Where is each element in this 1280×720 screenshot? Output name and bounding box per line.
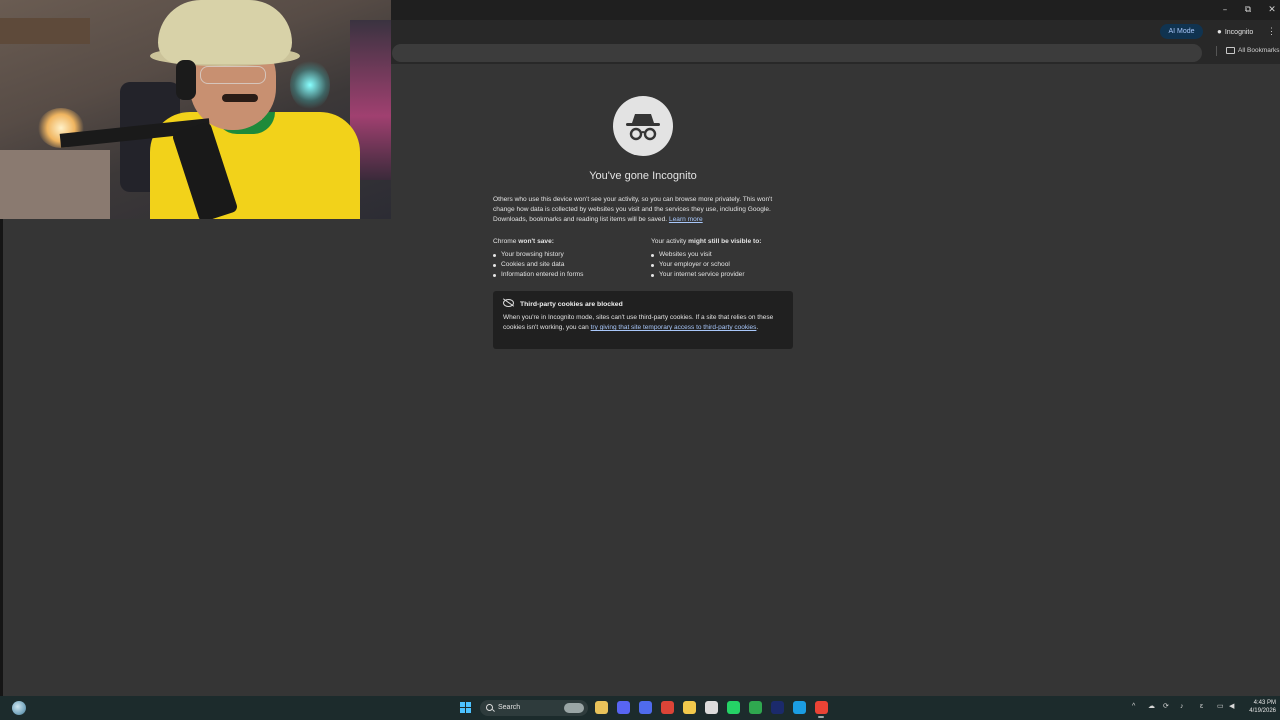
windows-logo-tile [466, 708, 471, 713]
start-button[interactable] [460, 702, 472, 714]
download-manager-icon[interactable] [749, 701, 762, 714]
webcam-person-mustache [222, 94, 258, 102]
all-bookmarks-button[interactable]: All Bookmarks [1226, 44, 1280, 58]
might-be-visible-heading: Your activity might still be visible to: [651, 237, 801, 247]
windows-logo-tile [460, 708, 465, 713]
volume-icon[interactable]: ◀ [1229, 700, 1234, 714]
incognito-icon: ● [1217, 27, 1222, 36]
incognito-label: Incognito [1224, 29, 1254, 36]
cookies-card-end: . [756, 324, 759, 331]
list-item: Cookies and site data [493, 260, 643, 270]
screen: – ⧉ ✕ AI Mode ● Incognito ⋮ All Bookmarks [0, 0, 1280, 720]
bookmarks-separator [1216, 46, 1217, 56]
microphone-icon[interactable]: ♪ [1180, 700, 1184, 714]
webcam-overlay [0, 0, 391, 219]
search-label: Search [498, 704, 521, 711]
webcam-cabinet [0, 150, 110, 219]
folder-icon [1226, 46, 1235, 54]
wont-save-list: Your browsing history Cookies and site d… [493, 250, 643, 280]
windows-logo-tile [466, 702, 471, 707]
window-edge [0, 219, 3, 696]
webcam-headphones [176, 60, 196, 100]
might-be-visible-column: Your activity might still be visible to:… [651, 237, 801, 280]
input-language-icon[interactable]: ε [1200, 700, 1203, 714]
ai-mode-label: AI Mode [1168, 28, 1195, 35]
wont-save-heading: Chrome won't save: [493, 237, 643, 247]
list-item: Information entered in forms [493, 270, 643, 280]
list-item: Your browsing history [493, 250, 643, 260]
webcam-hat [158, 0, 292, 64]
search-icon [486, 704, 493, 711]
discord-icon[interactable] [617, 701, 630, 714]
wont-save-heading-prefix: Chrome [493, 238, 519, 245]
address-bar[interactable] [392, 44, 1202, 62]
sync-icon[interactable]: ⟳ [1163, 700, 1169, 714]
taskbar-search-box[interactable]: Search [480, 700, 588, 716]
list-item: Your employer or school [651, 260, 801, 270]
learn-more-link[interactable]: Learn more [669, 216, 703, 223]
search-highlight-icon [564, 703, 584, 713]
visible-heading-prefix: Your activity [651, 238, 689, 245]
page-title: You've gone Incognito [589, 170, 697, 182]
incognito-profile-button[interactable]: ● Incognito [1213, 24, 1263, 39]
list-item: Websites you visit [651, 250, 801, 260]
restore-button[interactable]: ⧉ [1236, 3, 1260, 17]
webcam-rgb-light [290, 60, 330, 110]
close-window-button[interactable]: ✕ [1260, 3, 1280, 17]
tray-overflow-button[interactable]: ^ [1132, 700, 1135, 714]
wont-save-heading-bold: won't save: [518, 238, 554, 245]
folder-icon[interactable] [683, 701, 696, 714]
wont-save-column: Chrome won't save: Your browsing history… [493, 237, 643, 280]
webcam-person-glasses [200, 66, 266, 84]
ai-mode-button[interactable]: AI Mode [1160, 24, 1203, 39]
incognito-spy-icon [613, 96, 673, 156]
incognito-description: Others who use this device won't see you… [493, 195, 793, 225]
clock-time: 4:43 PM [1253, 700, 1276, 706]
list-item: Your internet service provider [651, 270, 801, 280]
edge-icon[interactable] [793, 701, 806, 714]
windows-logo-tile [460, 702, 465, 707]
third-party-cookies-link[interactable]: try giving that site temporary access to… [591, 324, 757, 331]
taskbar-clock[interactable]: 4:43 PM 4/19/2026 [1244, 699, 1276, 715]
clock-date: 4/19/2026 [1249, 708, 1276, 714]
might-be-visible-list: Websites you visit Your employer or scho… [651, 250, 801, 280]
third-party-cookies-card: Third-party cookies are blocked When you… [493, 291, 793, 349]
all-bookmarks-label: All Bookmarks [1238, 47, 1280, 54]
visible-heading-bold: might still be visible to: [688, 238, 762, 245]
cookies-card-heading: Third-party cookies are blocked [503, 299, 623, 308]
chrome-icon[interactable] [661, 701, 674, 714]
description-text: Others who use this device won't see you… [493, 196, 773, 223]
cookies-card-title: Third-party cookies are blocked [520, 301, 623, 308]
display-icon[interactable]: ▭ [1217, 700, 1224, 714]
weather-widget-icon[interactable] [12, 701, 26, 715]
minimize-button[interactable]: – [1213, 3, 1237, 17]
chat-icon[interactable] [639, 701, 652, 714]
cookies-card-text: When you're in Incognito mode, sites can… [503, 313, 783, 333]
terminal-icon[interactable] [771, 701, 784, 714]
webcam-shelf [0, 18, 90, 44]
calendar-icon[interactable] [705, 701, 718, 714]
file-explorer-icon[interactable] [595, 701, 608, 714]
active-app-indicator [818, 716, 824, 718]
eye-off-icon [503, 299, 514, 307]
network-status-icon[interactable]: ☁ [1148, 700, 1155, 714]
whatsapp-icon[interactable] [727, 701, 740, 714]
chrome-incognito-icon[interactable] [815, 701, 828, 714]
browser-menu-button[interactable]: ⋮ [1267, 24, 1276, 39]
